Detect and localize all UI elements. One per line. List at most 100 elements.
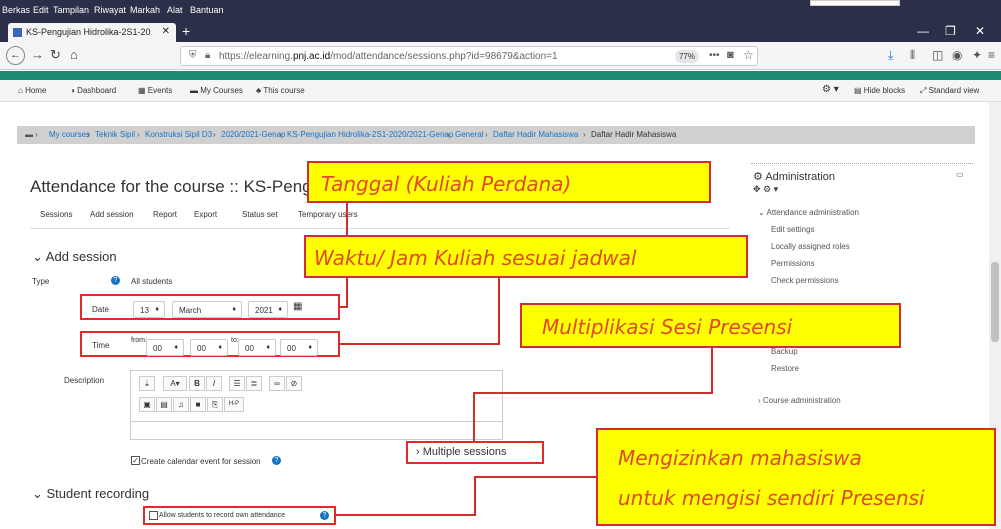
scrollbar-thumb[interactable] bbox=[991, 262, 999, 342]
forward-icon[interactable]: → bbox=[31, 47, 44, 62]
tabs-divider bbox=[30, 228, 730, 229]
minimize-icon[interactable]: — bbox=[917, 24, 929, 38]
nav-events[interactable]: ▦ Events bbox=[138, 86, 172, 95]
lock-icon[interactable]: 🔒︎ bbox=[205, 50, 210, 61]
tab-report[interactable]: Report bbox=[153, 210, 177, 219]
student-recording-header[interactable]: ⌄ Student recording bbox=[32, 486, 149, 502]
nav-dashboard[interactable]: ◑ Dashboard bbox=[70, 86, 116, 95]
date-year-select[interactable]: 2021 ♦ bbox=[248, 301, 288, 318]
attendance-admin-item[interactable]: ⌄ Attendance administration bbox=[758, 208, 859, 217]
tab-status-set[interactable]: Status set bbox=[242, 210, 278, 219]
close-tab-icon[interactable]: ✕ bbox=[162, 26, 170, 37]
tab-export[interactable]: Export bbox=[194, 210, 217, 219]
nav-this-course[interactable]: ♣ This course bbox=[256, 86, 305, 95]
multiple-sessions-toggle[interactable]: › Multiple sessions bbox=[416, 446, 507, 458]
shield-icon[interactable]: ⛨ bbox=[189, 50, 197, 61]
sidebar-icon[interactable]: ◫ bbox=[932, 48, 943, 62]
bookmark-star-icon[interactable]: ☆ bbox=[743, 48, 754, 62]
bulleted-list-icon[interactable]: ☰ bbox=[229, 376, 245, 391]
close-window-icon[interactable]: ✕ bbox=[975, 24, 985, 38]
image-icon[interactable]: ▣ bbox=[139, 397, 155, 412]
downloads-icon[interactable]: ⤓ bbox=[888, 48, 893, 63]
admin-backup[interactable]: Backup bbox=[771, 347, 798, 356]
home-icon[interactable]: ⌂ bbox=[70, 47, 78, 62]
bold-icon[interactable]: B bbox=[189, 376, 205, 391]
manage-files-icon[interactable]: ⎘ bbox=[207, 397, 223, 412]
menu-edit[interactable]: Edit bbox=[33, 5, 49, 15]
breadcrumb-item[interactable]: General bbox=[455, 130, 483, 139]
hide-blocks-button[interactable]: ▤ Hide blocks bbox=[854, 86, 905, 95]
menu-berkas[interactable]: Berkas bbox=[2, 5, 30, 15]
allow-record-checkbox[interactable] bbox=[149, 511, 158, 520]
block-move-icon[interactable]: ✥ ⚙︎ ▾ bbox=[753, 184, 778, 195]
breadcrumb-item[interactable]: Daftar Hadir Mahasiswa bbox=[493, 130, 578, 139]
settings-gear-icon[interactable]: ⚙︎ ▾ bbox=[822, 84, 839, 95]
tab-add-session[interactable]: Add session bbox=[90, 210, 134, 219]
admin-check-permissions[interactable]: Check permissions bbox=[771, 276, 839, 285]
block-collapse-icon[interactable]: ▭ bbox=[956, 170, 964, 179]
help-icon[interactable]: ? bbox=[111, 276, 120, 285]
standard-view-button[interactable]: ⤢ Standard view bbox=[920, 86, 979, 96]
unlink-icon[interactable]: ⊘ bbox=[286, 376, 302, 391]
description-textarea[interactable] bbox=[130, 421, 503, 440]
nav-my-courses[interactable]: ▬ My Courses bbox=[190, 86, 243, 95]
reload-icon[interactable]: ↻ bbox=[50, 47, 61, 63]
url-bar[interactable]: ⛨ 🔒︎ https://elearning.pnj.ac.id/mod/att… bbox=[180, 46, 758, 66]
back-icon[interactable]: ← bbox=[6, 46, 25, 65]
new-tab-icon[interactable]: + bbox=[182, 23, 190, 39]
connector-line bbox=[336, 514, 476, 516]
breadcrumb-sep: › bbox=[87, 130, 90, 139]
add-session-header[interactable]: ⌄ Add session bbox=[32, 249, 117, 265]
italic-icon[interactable]: I bbox=[206, 376, 222, 391]
numbered-list-icon[interactable]: ≣ bbox=[246, 376, 262, 391]
date-day-select[interactable]: 13 ♦ bbox=[133, 301, 165, 318]
menu-alat[interactable]: Alat bbox=[167, 5, 183, 15]
menu-riwayat[interactable]: Riwayat bbox=[94, 5, 126, 15]
breadcrumb-item[interactable]: 2020/2021-Genap bbox=[221, 130, 286, 139]
breadcrumb-item[interactable]: My courses bbox=[49, 130, 90, 139]
account-icon[interactable]: ◉ bbox=[952, 48, 962, 62]
menu-icon[interactable]: ≡ bbox=[988, 48, 995, 62]
breadcrumb-item[interactable]: KS-Pengujian Hidrolika-2S1-2020/2021-Gen… bbox=[287, 130, 453, 139]
link-icon[interactable]: ∞ bbox=[269, 376, 285, 391]
library-icon[interactable]: ⫴ bbox=[910, 48, 915, 63]
connector-line bbox=[474, 476, 598, 478]
breadcrumb-item[interactable]: Konstruksi Sipil D3 bbox=[145, 130, 212, 139]
pocket-icon[interactable]: ◙ bbox=[727, 49, 734, 61]
course-administration-item[interactable]: › Course administration bbox=[758, 396, 841, 405]
breadcrumb-item[interactable]: Teknik Sipil bbox=[95, 130, 135, 139]
help-icon[interactable]: ? bbox=[272, 456, 281, 465]
nav-home[interactable]: ⌂ Home bbox=[18, 86, 46, 95]
tab-sessions[interactable]: Sessions bbox=[40, 210, 72, 219]
calendar-event-checkbox[interactable]: ✓ bbox=[131, 456, 140, 465]
calendar-icon[interactable]: ▦ bbox=[293, 301, 302, 312]
admin-permissions[interactable]: Permissions bbox=[771, 259, 815, 268]
menu-bantuan[interactable]: Bantuan bbox=[190, 5, 224, 15]
extensions-icon[interactable]: ✦ bbox=[972, 48, 982, 62]
admin-locally-assigned-roles[interactable]: Locally assigned roles bbox=[771, 242, 850, 251]
to-hour-select[interactable]: 00 ♦ bbox=[238, 339, 276, 356]
browser-tab[interactable]: KS-Pengujian Hidrolika-2S1-20 ✕ bbox=[8, 23, 176, 42]
record-video-icon[interactable]: ■ bbox=[190, 397, 206, 412]
menu-tampilan[interactable]: Tampilan bbox=[53, 5, 89, 15]
tab-temporary-users[interactable]: Temporary users bbox=[298, 210, 358, 219]
breadcrumb-home-icon[interactable]: ▬ › bbox=[25, 130, 38, 139]
breadcrumb-current: Daftar Hadir Mahasiswa bbox=[591, 130, 677, 139]
help-icon[interactable]: ? bbox=[320, 511, 329, 520]
admin-restore[interactable]: Restore bbox=[771, 364, 799, 373]
h5p-icon[interactable]: H-P bbox=[224, 397, 244, 412]
browser-menubar: Berkas Edit Tampilan Riwayat Markah Alat… bbox=[0, 0, 1001, 20]
menu-markah[interactable]: Markah bbox=[130, 5, 160, 15]
collapse-toolbar-icon[interactable]: ⇣ bbox=[139, 376, 155, 391]
font-style-icon[interactable]: A▾ bbox=[163, 376, 187, 391]
admin-edit-settings[interactable]: Edit settings bbox=[771, 225, 815, 234]
media-icon[interactable]: ▤ bbox=[156, 397, 172, 412]
from-hour-select[interactable]: 00 ♦ bbox=[146, 339, 184, 356]
maximize-icon[interactable]: ❐ bbox=[945, 24, 956, 38]
to-minute-select[interactable]: 00 ♦ bbox=[280, 339, 318, 356]
from-minute-select[interactable]: 00 ♦ bbox=[190, 339, 228, 356]
zoom-level[interactable]: 77% bbox=[675, 50, 699, 63]
record-audio-icon[interactable]: ♫ bbox=[173, 397, 189, 412]
date-month-select[interactable]: March ♦ bbox=[172, 301, 242, 318]
page-actions-icon[interactable]: ••• bbox=[709, 50, 720, 61]
